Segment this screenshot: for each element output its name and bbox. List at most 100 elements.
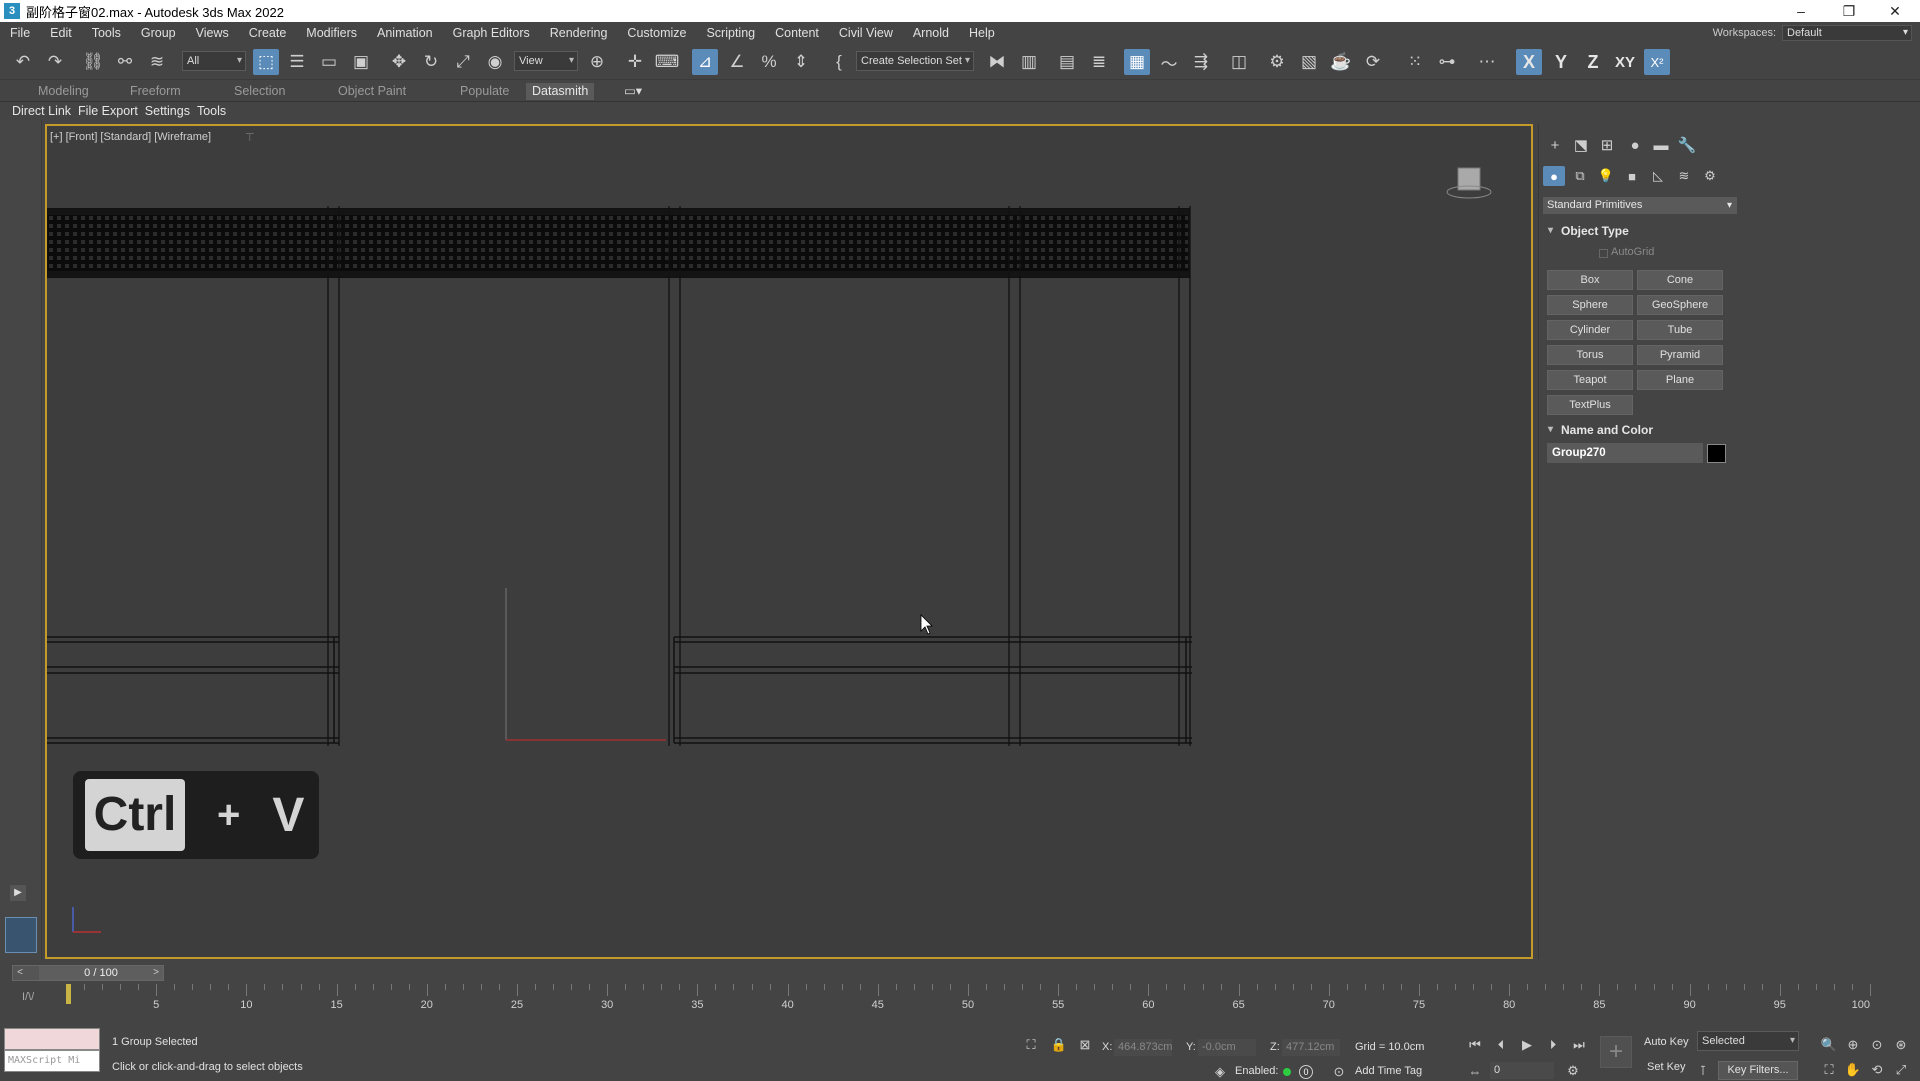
ds-file-export[interactable]: File Export [78, 104, 138, 118]
selection-filter-dropdown[interactable]: All [182, 51, 246, 71]
tab-datasmith[interactable]: Datasmith [526, 83, 595, 100]
window-crossing-icon[interactable]: ▣ [348, 49, 374, 75]
set-key-button[interactable]: Set Key [1647, 1061, 1686, 1073]
menu-arnold[interactable]: Arnold [903, 22, 959, 44]
menu-rendering[interactable]: Rendering [540, 22, 618, 44]
zoom-icon[interactable]: 🔍 [1820, 1036, 1838, 1054]
scene-explorer-icon[interactable]: ▤ [1054, 49, 1080, 75]
time-slider-value[interactable]: 0 / 100 [39, 966, 163, 980]
tab-object-paint[interactable]: Object Paint [332, 83, 412, 100]
select-by-name-icon[interactable]: ☰ [284, 49, 310, 75]
menu-help[interactable]: Help [959, 22, 1005, 44]
keyboard-shortcut-icon[interactable]: ⌨ [654, 49, 680, 75]
percent-snap-icon[interactable]: % [756, 49, 782, 75]
y-coord-field[interactable]: -0.0cm [1198, 1039, 1256, 1056]
menu-graph-editors[interactable]: Graph Editors [443, 22, 540, 44]
mirror-icon[interactable]: ⧓ [984, 49, 1010, 75]
menu-group[interactable]: Group [131, 22, 186, 44]
menu-civil-view[interactable]: Civil View [829, 22, 903, 44]
rotate-icon[interactable]: ↻ [418, 49, 444, 75]
spinner-snap-icon[interactable]: ⇕ [788, 49, 814, 75]
axis-xy-button[interactable]: XY [1612, 49, 1638, 75]
render-setup-icon[interactable]: ⚙ [1264, 49, 1290, 75]
ds-tools[interactable]: Tools [197, 104, 226, 118]
zoom-all-icon[interactable]: ⊕ [1844, 1036, 1862, 1054]
menu-file[interactable]: File [0, 22, 40, 44]
box-button[interactable]: Box [1547, 270, 1633, 290]
rendered-frame-icon[interactable]: ▧ [1296, 49, 1322, 75]
curve-editor-icon[interactable]: 〜 [1156, 49, 1182, 75]
adaptive-degradation-icon[interactable]: ◈ [1211, 1063, 1229, 1081]
named-selection-dropdown[interactable]: Create Selection Set [856, 51, 974, 71]
object-color-swatch[interactable] [1707, 444, 1726, 463]
create-tab-icon[interactable]: + [1543, 134, 1567, 156]
object-type-rollout[interactable]: Object Type [1543, 222, 1737, 240]
axis-z-button[interactable]: Z [1580, 49, 1606, 75]
x-coord-field[interactable]: 464.873cm [1114, 1039, 1172, 1056]
maxscript-listener[interactable]: MAXScript Mi [4, 1028, 100, 1072]
trackbar-ruler[interactable]: 5 10 15 20 25 30 35 40 45 50 55 60 65 70 75 80 85 90 95 100 [66, 984, 1871, 1014]
ribbon-options-icon[interactable]: ▭▾ [618, 83, 648, 100]
key-filter-icon[interactable]: ⊺ [1694, 1062, 1712, 1080]
current-frame-field[interactable]: 0 [1490, 1062, 1554, 1079]
unlink-icon[interactable]: ⚯ [112, 49, 138, 75]
menu-edit[interactable]: Edit [40, 22, 82, 44]
selection-set-icon[interactable]: ⁙ [1402, 49, 1428, 75]
time-prev-icon[interactable]: < [13, 966, 27, 980]
display-tab-icon[interactable]: ▬ [1649, 134, 1673, 156]
absolute-mode-icon[interactable]: ⊠ [1076, 1036, 1094, 1054]
systems-icon[interactable]: ⚙ [1699, 166, 1721, 186]
shapes-icon[interactable]: ⧉ [1569, 166, 1591, 186]
spacewarps-icon[interactable]: ≋ [1673, 166, 1695, 186]
workspaces-select[interactable]: Default [1782, 25, 1912, 41]
menu-customize[interactable]: Customize [617, 22, 696, 44]
key-mode-icon[interactable]: ⇔ [1466, 1062, 1484, 1080]
render-iterative-icon[interactable]: ⟳ [1360, 49, 1386, 75]
angle-snap-icon[interactable]: ∠ [724, 49, 750, 75]
menu-scripting[interactable]: Scripting [696, 22, 765, 44]
menu-animation[interactable]: Animation [367, 22, 443, 44]
ref-coord-dropdown[interactable]: View [514, 51, 578, 71]
render-icon[interactable]: ☕ [1328, 49, 1354, 75]
align-icon[interactable]: ▥ [1016, 49, 1042, 75]
ds-direct-link[interactable]: Direct Link [12, 104, 71, 118]
tab-freeform[interactable]: Freeform [124, 83, 187, 100]
geosphere-button[interactable]: GeoSphere [1637, 295, 1723, 315]
curve-editor-mini-icon[interactable]: I/\/ [22, 991, 34, 1003]
trackbar[interactable]: I/\/ 5 10 15 20 25 30 35 40 45 50 55 60 65 70 75 80 85 90… [0, 984, 1920, 1014]
menu-create[interactable]: Create [239, 22, 297, 44]
helpers-icon[interactable]: ◺ [1647, 166, 1669, 186]
enabled-count[interactable]: 0 [1299, 1065, 1313, 1079]
tab-selection[interactable]: Selection [228, 83, 291, 100]
time-next-icon[interactable]: > [149, 966, 163, 980]
add-time-tag[interactable]: Add Time Tag [1355, 1065, 1422, 1077]
snaps-toggle-icon[interactable]: ⊿ [692, 49, 718, 75]
ds-settings[interactable]: Settings [145, 104, 190, 118]
snap-settings-icon[interactable]: ⋯ [1474, 49, 1500, 75]
menu-tools[interactable]: Tools [82, 22, 131, 44]
plane-button[interactable]: Plane [1637, 370, 1723, 390]
axis-constraint-icon[interactable]: X² [1644, 49, 1670, 75]
measure-icon[interactable]: ⊶ [1434, 49, 1460, 75]
schematic-view-icon[interactable]: ⇶ [1188, 49, 1214, 75]
pan-icon[interactable]: ✋ [1844, 1061, 1862, 1079]
menu-content[interactable]: Content [765, 22, 829, 44]
close-button[interactable]: ✕ [1872, 0, 1918, 22]
menu-views[interactable]: Views [186, 22, 239, 44]
expand-icon[interactable]: ▶ [10, 885, 26, 901]
key-mode-dropdown[interactable]: Selected [1697, 1031, 1799, 1051]
zoom-extents-icon[interactable]: ⊙ [1868, 1036, 1886, 1054]
menu-modifiers[interactable]: Modifiers [296, 22, 367, 44]
axis-x-button[interactable]: X [1516, 49, 1542, 75]
autogrid-checkbox[interactable] [1599, 249, 1608, 258]
tab-populate[interactable]: Populate [454, 83, 515, 100]
maximize-button[interactable]: ❐ [1826, 0, 1872, 22]
time-slider[interactable]: < 0 / 100 > [12, 965, 164, 981]
maximize-viewport-icon[interactable]: ⤢ [1892, 1061, 1910, 1079]
tab-modeling[interactable]: Modeling [32, 83, 95, 100]
redo-icon[interactable]: ↷ [42, 49, 68, 75]
maxscript-output[interactable] [4, 1028, 100, 1050]
select-manipulate-icon[interactable]: ✛ [622, 49, 648, 75]
hierarchy-tab-icon[interactable]: ⊞ [1595, 134, 1619, 156]
current-frame-marker[interactable] [66, 984, 71, 1004]
